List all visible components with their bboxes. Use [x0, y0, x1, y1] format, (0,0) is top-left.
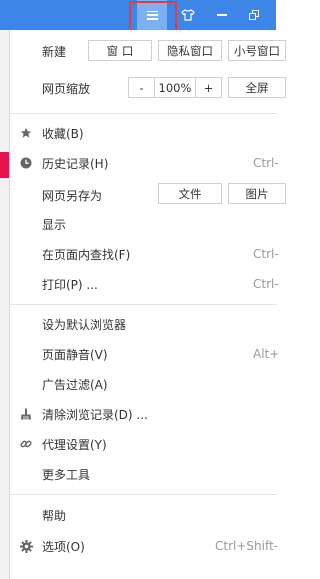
new-label: 新建	[42, 45, 67, 59]
minimize-icon	[217, 14, 227, 16]
browser-title-bar	[0, 0, 276, 30]
favorites-label: 收藏(B)	[42, 126, 84, 141]
menu-item-options[interactable]: 选项(O) Ctrl+Shift-	[10, 533, 279, 559]
menu-item-find[interactable]: 在页面内查找(F) Ctrl-	[10, 241, 279, 267]
star-icon	[19, 126, 33, 140]
menu-item-proxy[interactable]: 代理设置(Y)	[10, 431, 277, 457]
zoom-out-button[interactable]: -	[128, 77, 155, 98]
menu-item-clear-history[interactable]: 清除浏览记录(D) ...	[10, 401, 277, 427]
gear-icon	[19, 539, 33, 553]
restore-button[interactable]	[238, 0, 270, 30]
menu-divider	[10, 304, 277, 305]
clear-history-label: 清除浏览记录(D) ...	[42, 407, 148, 422]
page-background-strip	[0, 30, 9, 579]
save-file-button[interactable]: 文件	[158, 183, 222, 204]
menu-divider	[10, 113, 277, 114]
fullscreen-button[interactable]: 全屏	[228, 77, 286, 98]
menu-item-favorites[interactable]: 收藏(B)	[10, 120, 277, 146]
new-window-button[interactable]: 窗 口	[88, 40, 152, 61]
minimize-button[interactable]	[206, 0, 238, 30]
link-icon	[19, 437, 33, 451]
new-private-window-button[interactable]: 隐私窗口	[158, 40, 222, 61]
page-accent-block	[0, 152, 9, 178]
zoom-label: 网页缩放	[42, 82, 91, 96]
menu-item-mute[interactable]: 页面静音(V) Alt+	[10, 341, 280, 367]
adblock-label: 广告过滤(A)	[42, 377, 108, 392]
menu-item-adblock[interactable]: 广告过滤(A)	[10, 371, 277, 397]
menu-divider	[10, 494, 277, 495]
options-shortcut: Ctrl+Shift-	[215, 539, 279, 553]
zoom-value: 100%	[154, 77, 196, 98]
shirt-icon	[181, 9, 195, 21]
proxy-label: 代理设置(Y)	[42, 437, 107, 452]
find-label: 在页面内查找(F)	[42, 247, 131, 262]
mute-label: 页面静音(V)	[42, 347, 108, 362]
more-tools-label: 更多工具	[42, 467, 91, 482]
mute-shortcut: Alt+	[253, 347, 280, 361]
skin-button[interactable]	[172, 0, 204, 30]
print-shortcut: Ctrl-	[253, 277, 279, 291]
clock-icon	[19, 156, 33, 170]
menu-item-display[interactable]: 显示	[10, 211, 277, 237]
hamburger-icon	[146, 10, 158, 20]
display-label: 显示	[42, 217, 67, 232]
menu-item-history[interactable]: 历史记录(H) Ctrl-	[10, 150, 279, 176]
save-image-button[interactable]: 图片	[228, 183, 286, 204]
zoom-in-button[interactable]: +	[195, 77, 222, 98]
save-page-label: 网页另存为	[42, 189, 103, 203]
menu-item-help[interactable]: 帮助	[10, 502, 277, 528]
history-label: 历史记录(H)	[42, 156, 109, 171]
menu-item-print[interactable]: 打印(P) ... Ctrl-	[10, 271, 279, 297]
menu-item-default-browser[interactable]: 设为默认浏览器	[10, 311, 277, 337]
help-label: 帮助	[42, 508, 67, 523]
find-shortcut: Ctrl-	[253, 247, 279, 261]
options-label: 选项(O)	[42, 539, 85, 554]
history-shortcut: Ctrl-	[253, 156, 279, 170]
new-small-window-button[interactable]: 小号窗口	[228, 40, 286, 61]
restore-icon	[249, 10, 259, 20]
print-label: 打印(P) ...	[42, 277, 98, 292]
broom-icon	[19, 407, 33, 421]
main-menu-dropdown: 新建 窗 口 隐私窗口 小号窗口 网页缩放 - 100% + 全屏 收藏(B) …	[9, 30, 286, 579]
menu-item-more-tools[interactable]: 更多工具	[10, 461, 277, 487]
main-menu-button[interactable]	[137, 0, 167, 30]
default-browser-label: 设为默认浏览器	[42, 317, 127, 332]
